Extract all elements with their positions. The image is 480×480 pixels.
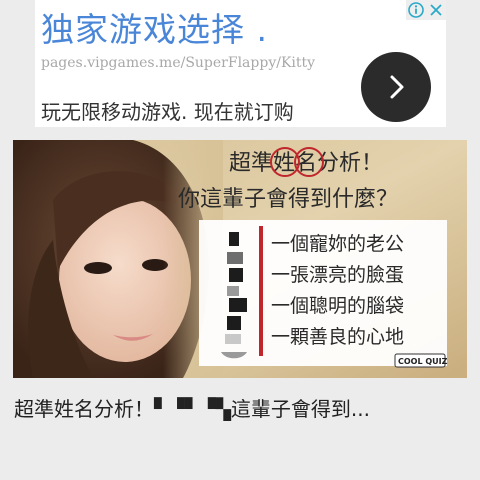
ad-url[interactable]: pages.vipgames.me/SuperFlappy/Kitty [41, 55, 315, 71]
cool-quiz-logo: COOL QUIZ [394, 353, 448, 368]
result-item-1: 一個寵妳的老公 [271, 233, 404, 255]
result-item-3: 一個聰明的腦袋 [271, 295, 404, 317]
results-card: 一個寵妳的老公 一張漂亮的臉蛋 一個聰明的腦袋 一顆善良的心地 COOL QUI… [199, 220, 448, 368]
ad-headline[interactable]: 独家游戏选择 . [41, 10, 268, 50]
chevron-right-icon [390, 75, 404, 99]
result-item-2: 一張漂亮的臉蛋 [271, 264, 404, 286]
article-title[interactable]: 超準姓名分析！▘▝▘▝▚這輩子會得到... [14, 393, 466, 422]
result-item-4: 一顆善良的心地 [271, 326, 404, 348]
ad-choices[interactable] [406, 0, 446, 20]
image-title-prefix: 超準 [229, 151, 273, 176]
svg-text:超準姓名分析！: 超準姓名分析！ [229, 151, 383, 176]
image-title-suffix: 分析！ [317, 151, 383, 176]
image-subtitle: 你這輩子會得到什麼？ [178, 187, 398, 212]
portrait-image [13, 140, 223, 378]
ad-banner[interactable]: 独家游戏选择 . pages.vipgames.me/SuperFlappy/K… [35, 0, 446, 127]
ad-go-button[interactable] [361, 52, 431, 122]
ad-cta-text[interactable]: 玩无限移动游戏. 现在就订购 [41, 96, 294, 125]
close-icon[interactable] [426, 0, 446, 20]
svg-text:COOL QUIZ: COOL QUIZ [398, 357, 448, 366]
article-thumbnail[interactable]: 超準姓名分析！ 你這輩子會得到什麼？ 一個寵妳的老公 一張漂亮的臉蛋 一個聰明的… [13, 140, 467, 378]
info-icon[interactable] [406, 0, 426, 20]
